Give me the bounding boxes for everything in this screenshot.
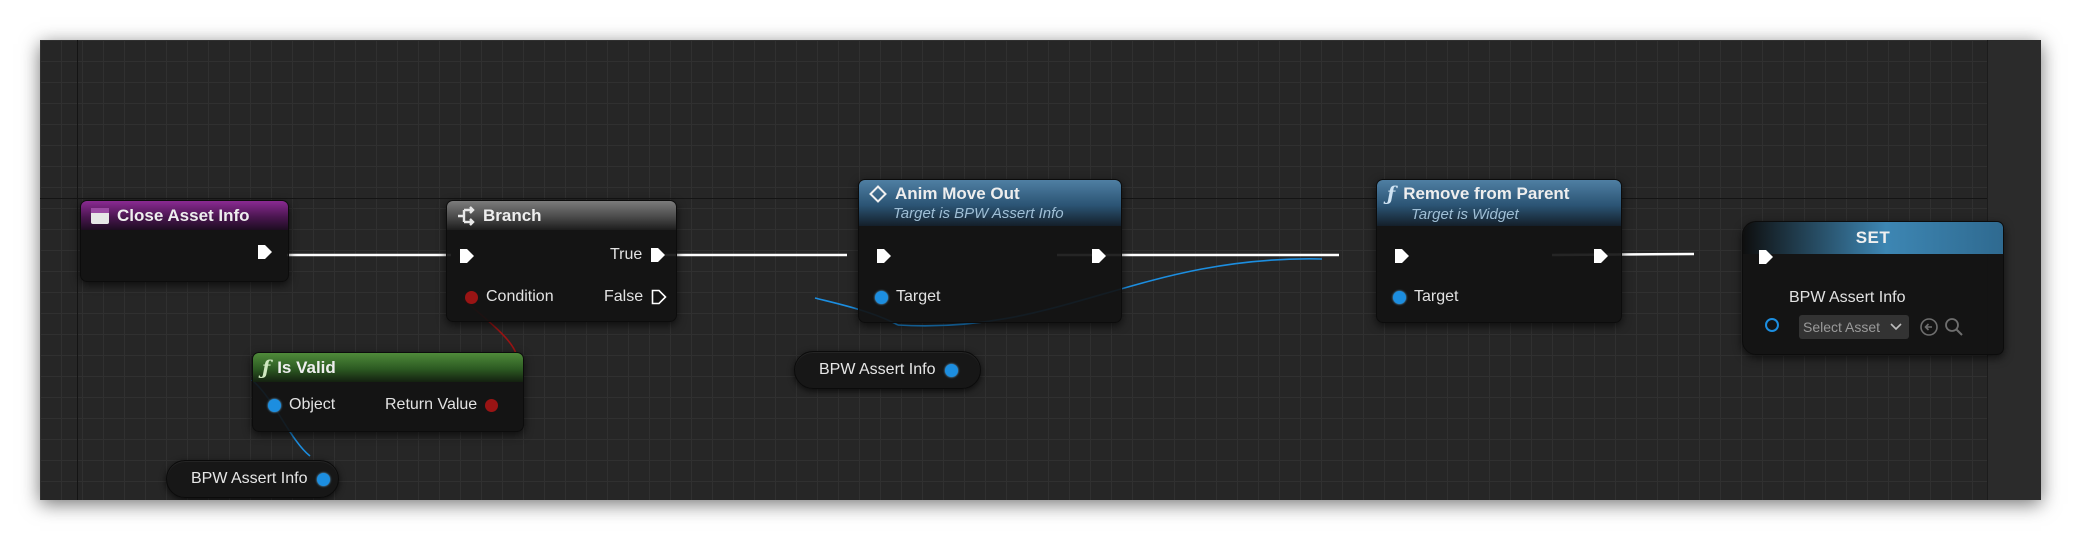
node-title: Anim Move Out [895,184,1020,203]
exec-in-pin[interactable] [876,248,892,264]
node-title: Close Asset Info [117,205,250,225]
object-pin-dot[interactable] [317,472,331,486]
exec-pin-icon [258,245,272,259]
node-is-valid[interactable]: ƒ Is Valid Object Return Value [252,352,524,432]
exec-pin-icon [1092,249,1106,263]
return-value-output-pin[interactable]: Return Value [385,396,499,414]
exec-pin-icon [1759,250,1773,264]
diamond-icon [869,185,887,203]
target-input-pin[interactable]: Target [875,288,940,306]
object-pin-ring [1765,318,1779,332]
node-header: Branch [447,201,676,230]
bool-pin-dot [465,290,478,304]
node-header: Close Asset Info [81,201,288,230]
node-header: SET [1743,222,2003,254]
pin-label-bpw-assert-info: BPW Assert Info [1789,289,1906,306]
variable-label: BPW Assert Info [191,470,308,487]
variable-pin-label: BPW Assert Info [1789,289,1905,307]
pin-label-return-value: Return Value [385,396,478,413]
node-header: Anim Move Out Target is BPW Assert Info [859,180,1121,226]
bool-pin-dot [485,398,499,412]
pin-label-false: False [604,288,644,305]
function-icon: ƒ [1387,183,1396,205]
pin-label-true: True [610,246,643,263]
node-remove-from-parent[interactable]: ƒ Remove from Parent Target is Widget Ta… [1376,179,1622,323]
object-input-pin[interactable] [1765,318,1779,332]
exec-pin-icon [651,248,666,262]
exec-in-pin[interactable] [459,248,475,264]
node-anim-move-out[interactable]: Anim Move Out Target is BPW Assert Info … [858,179,1122,323]
node-title: SET [1855,228,1891,247]
blueprint-graph-canvas[interactable]: Close Asset Info Branch True Condition F… [40,40,2041,500]
select-asset-dropdown[interactable]: Select Asset [1799,315,1909,339]
node-header: ƒ Remove from Parent Target is Widget [1377,180,1621,226]
object-pin-dot [875,290,888,304]
exec-pin-icon [1395,249,1409,263]
event-icon [91,207,109,224]
branch-icon [458,205,475,226]
select-asset-placeholder: Select Asset [1803,319,1881,335]
object-pin-dot[interactable] [945,363,959,377]
object-pin-dot [1393,290,1406,304]
exec-pin-hollow-icon [651,289,667,305]
pin-label-target: Target [1414,288,1459,305]
exec-in-pin[interactable] [1758,249,1774,265]
node-title: Branch [483,205,542,225]
node-branch[interactable]: Branch True Condition False [446,200,677,322]
node-title: Is Valid [277,357,336,377]
object-pin-dot [268,398,281,412]
pin-label-target: Target [896,288,941,305]
chevron-down-icon [1890,323,1902,331]
pin-label-object: Object [289,396,336,413]
object-input-pin[interactable]: Object [268,396,335,414]
variable-node-bpw-assert-info[interactable]: BPW Assert Info [794,351,981,389]
true-exec-out-pin[interactable]: True [610,246,666,264]
arrow-left-circle-icon[interactable] [1919,317,1939,337]
node-title: Remove from Parent [1403,184,1570,203]
variable-node-bpw-assert-info[interactable]: BPW Assert Info [166,460,339,498]
node-header: ƒ Is Valid [253,353,523,382]
condition-input-pin[interactable]: Condition [465,288,554,306]
variable-label: BPW Assert Info [819,361,936,378]
node-set[interactable]: SET BPW Assert Info Select Asset [1742,221,2004,355]
pin-label-condition: Condition [486,288,554,305]
exec-out-pin[interactable] [1593,248,1609,264]
exec-in-pin[interactable] [1394,248,1410,264]
exec-pin-icon [460,249,474,263]
exec-pin-icon [1594,249,1608,263]
node-close-asset-info[interactable]: Close Asset Info [80,200,289,282]
target-input-pin[interactable]: Target [1393,288,1458,306]
magnifier-icon[interactable] [1944,317,1964,337]
false-exec-out-pin[interactable]: False [604,288,667,306]
function-icon: ƒ [262,356,271,379]
node-subtitle: Target is BPW Assert Info [893,205,1064,222]
exec-pin-icon [877,249,891,263]
exec-out-pin[interactable] [1091,248,1107,264]
exec-out-pin[interactable] [257,244,273,260]
node-subtitle: Target is Widget [1411,206,1519,223]
